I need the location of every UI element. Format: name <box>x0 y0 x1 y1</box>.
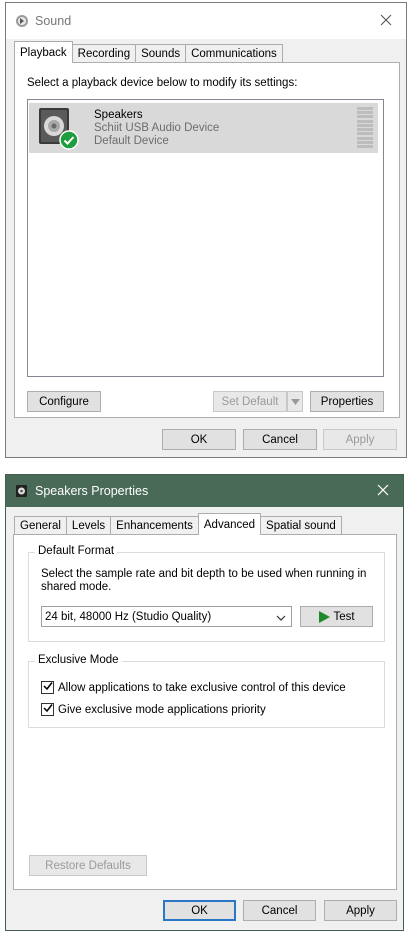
tab-enhancements[interactable]: Enhancements <box>110 516 199 535</box>
properties-button[interactable]: Properties <box>310 391 384 412</box>
sample-rate-select[interactable]: 24 bit, 48000 Hz (Studio Quality) <box>41 606 292 627</box>
exclusive-priority-label: Give exclusive mode applications priorit… <box>58 703 266 716</box>
properties-window-title: Speakers Properties <box>35 484 149 498</box>
default-format-description: Select the sample rate and bit depth to … <box>41 568 367 593</box>
sound-window: Sound Playback Recording Sounds Communic… <box>5 2 407 458</box>
sound-close-button[interactable] <box>366 3 406 39</box>
tab-advanced[interactable]: Advanced <box>197 513 262 535</box>
tab-spatial-sound[interactable]: Spatial sound <box>260 516 342 535</box>
device-row-speakers[interactable]: Speakers Schiit USB Audio Device Default… <box>29 103 378 153</box>
checkmark-icon <box>42 703 53 716</box>
chevron-down-icon <box>290 396 300 408</box>
playback-panel: Select a playback device below to modify… <box>14 62 400 418</box>
sample-rate-value: 24 bit, 48000 Hz (Studio Quality) <box>45 610 212 623</box>
test-button-label: Test <box>333 610 355 623</box>
test-button[interactable]: Test <box>300 606 373 627</box>
checkmark-icon <box>42 681 53 694</box>
tab-communications[interactable]: Communications <box>185 44 283 63</box>
volume-level-meter <box>357 107 373 148</box>
allow-exclusive-checkbox[interactable] <box>41 681 54 694</box>
sound-app-icon <box>15 14 29 28</box>
tab-sounds[interactable]: Sounds <box>135 44 187 63</box>
properties-ok-button[interactable]: OK <box>163 900 236 921</box>
default-format-group: Default Format Select the sample rate an… <box>28 545 385 642</box>
properties-tab-bar: General Levels Enhancements Advanced Spa… <box>14 513 342 535</box>
sound-cancel-button[interactable]: Cancel <box>243 429 317 450</box>
tab-recording[interactable]: Recording <box>71 44 137 63</box>
properties-cancel-button[interactable]: Cancel <box>243 900 316 921</box>
properties-close-button[interactable] <box>363 475 403 507</box>
check-badge-icon <box>59 130 79 150</box>
close-icon <box>377 484 389 499</box>
device-description: Schiit USB Audio Device <box>94 122 220 134</box>
sound-tab-bar: Playback Recording Sounds Communications <box>14 41 283 63</box>
device-name: Speakers <box>94 109 143 121</box>
restore-defaults-button[interactable]: Restore Defaults <box>29 855 147 876</box>
close-icon <box>380 14 392 29</box>
device-status: Default Device <box>94 135 169 147</box>
allow-exclusive-label: Allow applications to take exclusive con… <box>58 681 346 694</box>
sound-ok-button[interactable]: OK <box>162 429 236 450</box>
speaker-app-icon <box>15 484 29 498</box>
set-default-dropdown-button[interactable] <box>287 391 303 412</box>
device-list[interactable]: Speakers Schiit USB Audio Device Default… <box>27 99 384 377</box>
exclusive-mode-label: Exclusive Mode <box>35 654 122 666</box>
properties-titlebar[interactable]: Speakers Properties <box>6 475 403 507</box>
tab-playback[interactable]: Playback <box>14 41 73 63</box>
play-icon <box>318 610 331 623</box>
sound-apply-button[interactable]: Apply <box>323 429 397 450</box>
default-format-label: Default Format <box>35 545 118 557</box>
device-info: Speakers Schiit USB Audio Device Default… <box>94 109 219 148</box>
chevron-down-icon <box>276 613 286 625</box>
sound-window-title: Sound <box>35 14 72 28</box>
configure-button[interactable]: Configure <box>27 391 101 412</box>
sound-titlebar[interactable]: Sound <box>6 3 406 39</box>
exclusive-priority-row[interactable]: Give exclusive mode applications priorit… <box>41 703 266 716</box>
exclusive-priority-checkbox[interactable] <box>41 703 54 716</box>
playback-instruction: Select a playback device below to modify… <box>27 77 298 89</box>
advanced-panel: Default Format Select the sample rate an… <box>13 534 397 890</box>
allow-exclusive-control-row[interactable]: Allow applications to take exclusive con… <box>41 681 346 694</box>
speakers-properties-window: Speakers Properties General Levels Enhan… <box>5 474 404 931</box>
tab-levels[interactable]: Levels <box>65 516 112 535</box>
properties-apply-button[interactable]: Apply <box>324 900 397 921</box>
exclusive-mode-group: Exclusive Mode Allow applications to tak… <box>28 654 385 728</box>
set-default-button[interactable]: Set Default <box>213 391 287 412</box>
tab-general[interactable]: General <box>14 516 67 535</box>
